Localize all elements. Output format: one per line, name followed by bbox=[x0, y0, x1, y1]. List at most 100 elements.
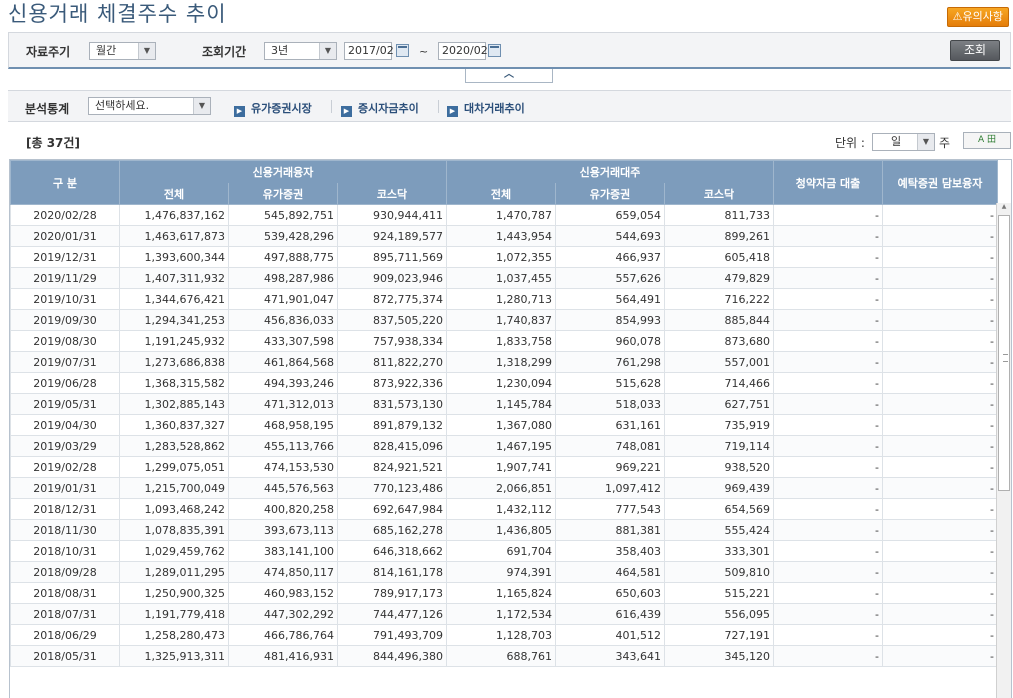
row-value-cell: 627,751 bbox=[664, 393, 774, 415]
table-row[interactable]: 2019/10/31 1,344,676,421 471,901,047 872,77… bbox=[10, 288, 998, 310]
table-row[interactable]: 2018/08/31 1,250,900,325 460,983,152 789,91… bbox=[10, 582, 998, 604]
table-row[interactable]: 2019/11/29 1,407,311,932 498,287,986 909,02… bbox=[10, 267, 998, 289]
col-header-lend-kosdaq[interactable]: 코스닥 bbox=[664, 183, 774, 205]
row-value-cell: 461,864,568 bbox=[228, 351, 338, 373]
table-row[interactable]: 2018/12/31 1,093,468,242 400,820,258 692,64… bbox=[10, 498, 998, 520]
row-value-cell: 393,673,113 bbox=[228, 519, 338, 541]
page-title: 신용거래 체결주수 추이 bbox=[8, 2, 227, 26]
notice-button[interactable]: ⚠유의사항 bbox=[946, 7, 1009, 27]
table-row[interactable]: 2019/02/28 1,299,075,051 474,153,530 824,92… bbox=[10, 456, 998, 478]
row-value-cell: 400,820,258 bbox=[228, 498, 338, 520]
row-value-cell: - bbox=[882, 561, 998, 583]
col-header-loan-kospi[interactable]: 유가증권 bbox=[228, 183, 338, 205]
row-value-cell: 481,416,931 bbox=[228, 645, 338, 667]
table-row[interactable]: 2019/03/29 1,283,528,862 455,113,766 828,41… bbox=[10, 435, 998, 457]
table-row[interactable]: 2019/12/31 1,393,600,344 497,888,775 895,71… bbox=[10, 246, 998, 268]
row-value-cell: 924,189,577 bbox=[337, 225, 447, 247]
table-row[interactable]: 2019/09/30 1,294,341,253 456,836,033 837,50… bbox=[10, 309, 998, 331]
period-type-select[interactable]: 월간 ▼ bbox=[89, 42, 156, 60]
collapse-toggle[interactable]: ︿ bbox=[465, 69, 553, 83]
table-row[interactable]: 2019/06/28 1,368,315,582 494,393,246 873,92… bbox=[10, 372, 998, 394]
row-value-cell: - bbox=[773, 393, 883, 415]
row-value-cell: 1,128,703 bbox=[446, 624, 556, 646]
unit-select[interactable]: 일 ▼ bbox=[872, 133, 935, 151]
row-value-cell: - bbox=[773, 477, 883, 499]
row-value-cell: - bbox=[882, 624, 998, 646]
col-header-lend-kospi[interactable]: 유가증권 bbox=[555, 183, 665, 205]
row-value-cell: 930,944,411 bbox=[337, 204, 447, 226]
query-button[interactable]: 조회 bbox=[950, 40, 1000, 61]
row-value-cell: 744,477,126 bbox=[337, 603, 447, 625]
row-date-cell: 2018/06/29 bbox=[10, 624, 120, 646]
table-row[interactable]: 2018/07/31 1,191,779,418 447,302,292 744,47… bbox=[10, 603, 998, 625]
row-value-cell: 460,983,152 bbox=[228, 582, 338, 604]
row-value-cell: 873,680 bbox=[664, 330, 774, 352]
col-header-subscription-loan[interactable]: 청약자금 대출 bbox=[773, 160, 883, 205]
chevron-up-icon: ︿ bbox=[504, 69, 514, 80]
row-value-cell: 891,879,132 bbox=[337, 414, 447, 436]
row-value-cell: - bbox=[773, 246, 883, 268]
range-label: 조회기간 bbox=[202, 45, 247, 59]
table-row[interactable]: 2019/05/31 1,302,885,143 471,312,013 831,57… bbox=[10, 393, 998, 415]
row-value-cell: 1,145,784 bbox=[446, 393, 556, 415]
row-value-cell: 1,740,837 bbox=[446, 309, 556, 331]
vertical-scrollbar[interactable]: ▲ bbox=[996, 203, 1011, 698]
row-date-cell: 2019/06/28 bbox=[10, 372, 120, 394]
col-header-loan-total[interactable]: 전체 bbox=[119, 183, 229, 205]
excel-icon[interactable]: A 田 bbox=[963, 132, 1011, 149]
calendar-icon[interactable] bbox=[396, 44, 409, 57]
table-row[interactable]: 2019/07/31 1,273,686,838 461,864,568 811,82… bbox=[10, 351, 998, 373]
table-row[interactable]: 2018/10/31 1,029,459,762 383,141,100 646,31… bbox=[10, 540, 998, 562]
row-value-cell: - bbox=[882, 267, 998, 289]
table-row[interactable]: 2019/04/30 1,360,837,327 468,958,195 891,87… bbox=[10, 414, 998, 436]
range-tilde: ~ bbox=[419, 45, 429, 58]
link-lending-trend[interactable]: ▶ 대차거래추이 bbox=[447, 100, 525, 117]
analysis-bar: 분석통계 선택하세요. ▼ ▶ 유가증권시장 ▶ 증시자금추이 ▶ 대차거래추이 bbox=[8, 90, 1011, 122]
analysis-select[interactable]: 선택하세요. ▼ bbox=[88, 97, 211, 115]
start-date-input[interactable]: 2017/02 bbox=[344, 42, 394, 60]
row-value-cell: 895,711,569 bbox=[337, 246, 447, 268]
row-value-cell: 564,491 bbox=[555, 288, 665, 310]
row-value-cell: 1,093,468,242 bbox=[119, 498, 229, 520]
data-table: 구 분 신용거래융자 신용거래대주 청약자금 대출 예탁증권 담보융자 전체 유… bbox=[10, 160, 998, 667]
col-group-credit-lending: 신용거래대주 bbox=[446, 160, 774, 183]
row-value-cell: 631,161 bbox=[555, 414, 665, 436]
row-value-cell: - bbox=[882, 372, 998, 394]
row-value-cell: 1,407,311,932 bbox=[119, 267, 229, 289]
row-date-cell: 2019/11/29 bbox=[10, 267, 120, 289]
row-value-cell: - bbox=[882, 246, 998, 268]
row-value-cell: - bbox=[882, 393, 998, 415]
table-row[interactable]: 2020/01/31 1,463,617,873 539,428,296 924,18… bbox=[10, 225, 998, 247]
row-date-cell: 2019/05/31 bbox=[10, 393, 120, 415]
link-kospi-market[interactable]: ▶ 유가증권시장 bbox=[234, 100, 312, 117]
col-header-date[interactable]: 구 분 bbox=[10, 160, 120, 205]
row-value-cell: 455,113,766 bbox=[228, 435, 338, 457]
row-value-cell: 969,439 bbox=[664, 477, 774, 499]
row-value-cell: 557,001 bbox=[664, 351, 774, 373]
table-row[interactable]: 2019/01/31 1,215,700,049 445,576,563 770,12… bbox=[10, 477, 998, 499]
row-value-cell: 1,443,954 bbox=[446, 225, 556, 247]
scroll-up-icon[interactable]: ▲ bbox=[997, 203, 1011, 215]
row-value-cell: 401,512 bbox=[555, 624, 665, 646]
row-value-cell: 518,033 bbox=[555, 393, 665, 415]
col-header-deposit-loan[interactable]: 예탁증권 담보융자 bbox=[882, 160, 998, 205]
end-date-input[interactable]: 2020/02 bbox=[438, 42, 488, 60]
link-fund-trend[interactable]: ▶ 증시자금추이 bbox=[341, 100, 419, 117]
table-row[interactable]: 2018/11/30 1,078,835,391 393,673,113 685,16… bbox=[10, 519, 998, 541]
scroll-thumb[interactable] bbox=[998, 215, 1010, 491]
table-row[interactable]: 2018/06/29 1,258,280,473 466,786,764 791,49… bbox=[10, 624, 998, 646]
row-value-cell: 433,307,598 bbox=[228, 330, 338, 352]
calendar-icon[interactable] bbox=[488, 44, 501, 57]
row-value-cell: - bbox=[773, 645, 883, 667]
table-row[interactable]: 2020/02/28 1,476,837,162 545,892,751 930,94… bbox=[10, 204, 998, 226]
table-row[interactable]: 2019/08/30 1,191,245,932 433,307,598 757,93… bbox=[10, 330, 998, 352]
col-header-loan-kosdaq[interactable]: 코스닥 bbox=[337, 183, 447, 205]
row-value-cell: 616,439 bbox=[555, 603, 665, 625]
range-select[interactable]: 3년 ▼ bbox=[264, 42, 337, 60]
table-row[interactable]: 2018/09/28 1,289,011,295 474,850,117 814,16… bbox=[10, 561, 998, 583]
table-row[interactable]: 2018/05/31 1,325,913,311 481,416,931 844,49… bbox=[10, 645, 998, 667]
row-value-cell: 1,172,534 bbox=[446, 603, 556, 625]
row-value-cell: - bbox=[773, 372, 883, 394]
col-header-lend-total[interactable]: 전체 bbox=[446, 183, 556, 205]
row-value-cell: 1,367,080 bbox=[446, 414, 556, 436]
